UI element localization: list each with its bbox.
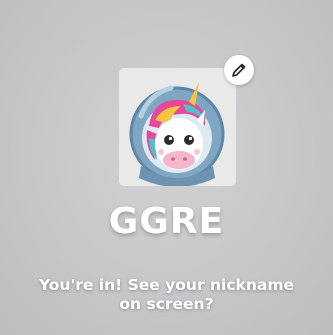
pencil-icon (232, 63, 246, 77)
player-nickname: GGRE (108, 201, 225, 242)
join-confirmation-screen: GGRE You're in! See your nickname on scr… (0, 0, 333, 335)
join-message: You're in! See your nickname on screen? (0, 276, 333, 314)
join-message-line1: You're in! See your nickname (38, 276, 294, 294)
edit-avatar-button[interactable] (224, 55, 254, 85)
avatar[interactable] (119, 68, 236, 186)
join-message-line2: on screen? (119, 295, 214, 313)
unicorn-astronaut-icon (119, 68, 236, 186)
